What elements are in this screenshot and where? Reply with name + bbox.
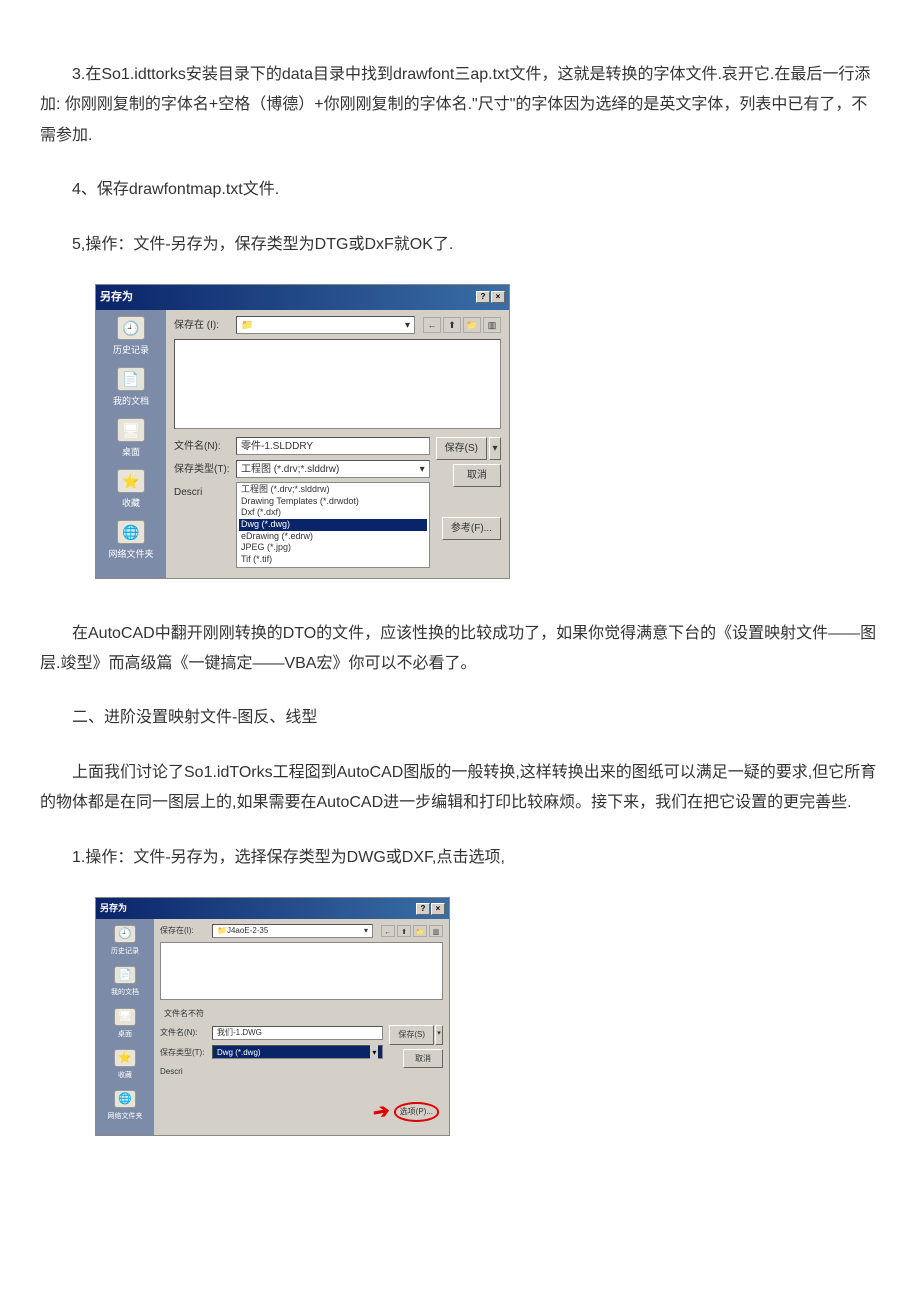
note-text: 文件名不符 bbox=[160, 1006, 443, 1021]
network-icon: 🌐 bbox=[114, 1090, 136, 1108]
views-icon[interactable]: ▥ bbox=[429, 925, 443, 937]
mydocs-icon: 📄 bbox=[117, 367, 145, 391]
save-in-dropdown[interactable]: 📁 ▾ bbox=[236, 316, 415, 334]
sidebar-history[interactable]: 🕘 历史记录 bbox=[96, 316, 166, 359]
help-icon[interactable]: ? bbox=[476, 291, 490, 303]
dialog-title: 另存为 bbox=[100, 287, 133, 308]
filetype-option[interactable]: 工程图 (*.drv;*.slddrw) bbox=[239, 484, 427, 496]
favorites-icon: ⭐ bbox=[117, 469, 145, 493]
sidebar-mydocs[interactable]: 📄 我的文档 bbox=[96, 367, 166, 410]
sidebar-mydocs[interactable]: 📄 我的文档 bbox=[96, 966, 154, 999]
cancel-button[interactable]: 取消 bbox=[453, 464, 501, 487]
paragraph-discuss: 上面我们讨论了So1.idTOrks工程囵到AutoCAD图版的一般转换,这样转… bbox=[40, 758, 880, 819]
paragraph-3: 3.在So1.idttorks安装目录下的data目录中找到drawfont三a… bbox=[40, 60, 880, 151]
help-icon[interactable]: ? bbox=[416, 903, 430, 915]
back-icon[interactable]: ← bbox=[381, 925, 395, 937]
sidebar-favorites[interactable]: ⭐ 收藏 bbox=[96, 1049, 154, 1082]
file-list[interactable] bbox=[160, 942, 443, 1000]
newfolder-icon[interactable]: 📁 bbox=[463, 317, 481, 333]
filetype-dropdown[interactable]: 工程图 (*.drv;*.slddrw) ▾ bbox=[236, 460, 430, 478]
paragraph-step1: 1.操作：文件-另存为，选择保存类型为DWG或DXF,点击选项, bbox=[40, 843, 880, 873]
heading-section-2: 二、进阶没置映射文件-图反、线型 bbox=[40, 703, 880, 733]
filetype-dropdown[interactable]: Dwg (*.dwg) ▾ bbox=[212, 1045, 383, 1059]
mydocs-icon: 📄 bbox=[114, 966, 136, 984]
desktop-icon: 🖥 bbox=[114, 1008, 136, 1026]
network-icon: 🌐 bbox=[117, 520, 145, 544]
sidebar-desktop[interactable]: 🖥 桌面 bbox=[96, 418, 166, 461]
filename-label: 文件名(N): bbox=[174, 437, 232, 456]
sidebar-favorites[interactable]: ⭐ 收藏 bbox=[96, 469, 166, 512]
arrow-annotation-icon: ➔ bbox=[370, 1092, 393, 1132]
desktop-icon: 🖥 bbox=[117, 418, 145, 442]
up-icon[interactable]: ⬆ bbox=[397, 925, 411, 937]
paragraph-autocad: 在AutoCAD中翻开刚刚转换的DTO的文件，应该性换的比较成功了，如果你觉得满… bbox=[40, 619, 880, 680]
options-button[interactable]: 选项(P)... bbox=[394, 1102, 439, 1121]
save-in-label: 保存在(I): bbox=[160, 923, 208, 938]
views-icon[interactable]: ▥ bbox=[483, 317, 501, 333]
sidebar-network[interactable]: 🌐 网络文件夹 bbox=[96, 1090, 154, 1123]
filetype-option-selected[interactable]: Dwg (*.dwg) bbox=[239, 519, 427, 531]
history-icon: 🕘 bbox=[117, 316, 145, 340]
filename-input[interactable]: 我们-1.DWG bbox=[212, 1026, 383, 1040]
paragraph-4: 4、保存drawfontmap.txt文件. bbox=[40, 175, 880, 205]
cancel-button[interactable]: 取消 bbox=[403, 1049, 443, 1068]
sidebar-history[interactable]: 🕘 历史记录 bbox=[96, 925, 154, 958]
places-sidebar: 🕘 历史记录 📄 我的文档 🖥 桌面 ⭐ 收藏 🌐 网络文件夹 bbox=[96, 919, 154, 1135]
filetype-option[interactable]: Drawing Templates (*.drwdot) bbox=[239, 496, 427, 508]
description-label: Descri bbox=[174, 483, 232, 502]
save-split-icon[interactable]: ▾ bbox=[435, 1025, 443, 1044]
dialog-titlebar: 另存为 ? × bbox=[96, 285, 509, 310]
save-as-dialog-1: 另存为 ? × 🕘 历史记录 📄 我的文档 🖥 桌面 bbox=[95, 284, 880, 579]
sidebar-desktop[interactable]: 🖥 桌面 bbox=[96, 1008, 154, 1041]
filetype-option[interactable]: Tif (*.tif) bbox=[239, 554, 427, 566]
reference-button[interactable]: 参考(F)... bbox=[442, 517, 501, 540]
save-as-dialog-2: 另存为 ? × 🕘 历史记录 📄 我的文档 🖥 桌面 bbox=[95, 897, 880, 1136]
save-split-icon[interactable]: ▾ bbox=[489, 437, 501, 460]
description-label: Descri bbox=[160, 1064, 208, 1079]
back-icon[interactable]: ← bbox=[423, 317, 441, 333]
paragraph-5: 5,操作：文件-另存为，保存类型为DTG或DxF就OK了. bbox=[40, 230, 880, 260]
dialog-titlebar: 另存为 ? × bbox=[96, 898, 449, 919]
filename-input[interactable]: 零件-1.SLDDRY bbox=[236, 437, 430, 455]
file-list[interactable] bbox=[174, 339, 501, 429]
save-button[interactable]: 保存(S) bbox=[389, 1025, 434, 1044]
save-button[interactable]: 保存(S) bbox=[436, 437, 487, 460]
filetype-option[interactable]: eDrawing (*.edrw) bbox=[239, 531, 427, 543]
filetype-label: 保存类型(T): bbox=[160, 1045, 208, 1060]
filetype-option[interactable]: JPEG (*.jpg) bbox=[239, 542, 427, 554]
save-in-dropdown[interactable]: 📁J4aoE-2-35 ▾ bbox=[212, 924, 373, 938]
favorites-icon: ⭐ bbox=[114, 1049, 136, 1067]
filetype-option[interactable]: Dxf (*.dxf) bbox=[239, 507, 427, 519]
places-sidebar: 🕘 历史记录 📄 我的文档 🖥 桌面 ⭐ 收藏 🌐 网络文件夹 bbox=[96, 310, 166, 578]
filename-label: 文件名(N): bbox=[160, 1025, 208, 1040]
save-in-label: 保存在 (I): bbox=[174, 316, 232, 335]
close-icon[interactable]: × bbox=[431, 903, 445, 915]
sidebar-network[interactable]: 🌐 网络文件夹 bbox=[96, 520, 166, 563]
close-icon[interactable]: × bbox=[491, 291, 505, 303]
dialog-title: 另存为 bbox=[100, 900, 127, 917]
filetype-label: 保存类型(T): bbox=[174, 460, 232, 479]
filetype-options-list[interactable]: 工程图 (*.drv;*.slddrw) Drawing Templates (… bbox=[236, 482, 430, 568]
up-icon[interactable]: ⬆ bbox=[443, 317, 461, 333]
history-icon: 🕘 bbox=[114, 925, 136, 943]
newfolder-icon[interactable]: 📁 bbox=[413, 925, 427, 937]
